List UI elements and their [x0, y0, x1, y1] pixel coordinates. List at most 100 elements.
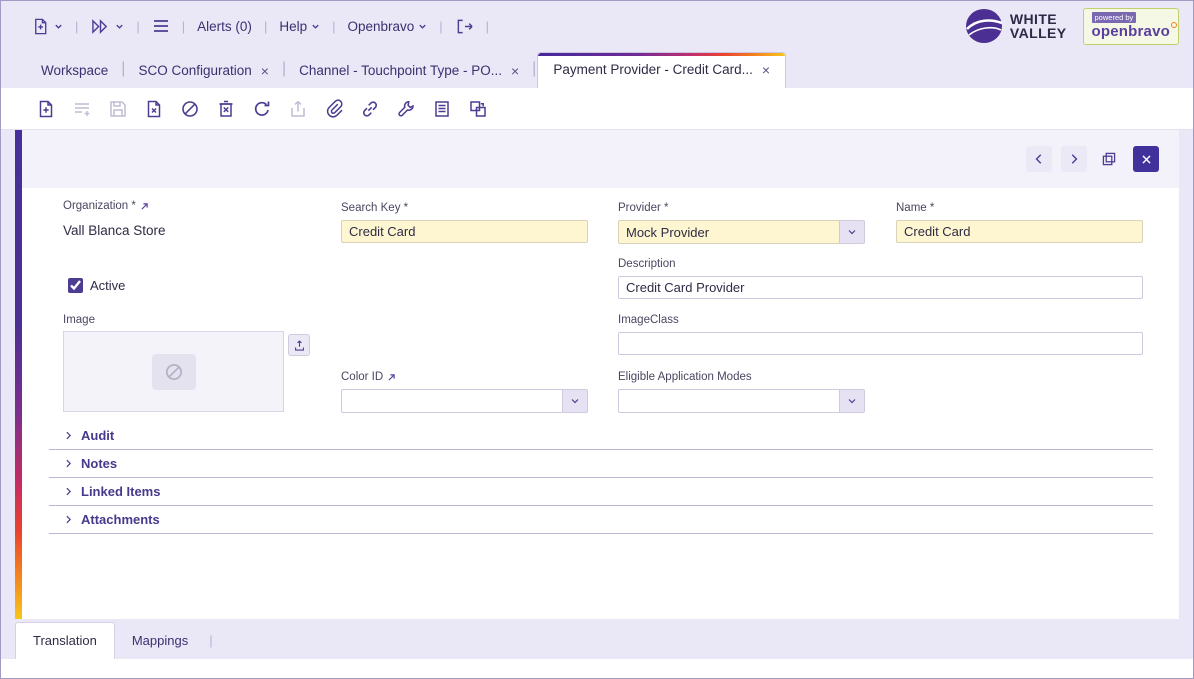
image-field[interactable]	[63, 331, 284, 412]
export-icon	[287, 98, 309, 120]
new-window-icon[interactable]	[467, 98, 489, 120]
logo-line2: VALLEY	[1010, 26, 1067, 40]
help-menu[interactable]: Help	[279, 19, 320, 34]
organization-label: Organization *	[63, 200, 136, 212]
header-separator: |	[72, 19, 81, 34]
tab-close-icon[interactable]: ×	[762, 63, 770, 77]
previous-record-button[interactable]	[1026, 146, 1052, 172]
form-sections: Audit Notes Linked Items	[49, 422, 1153, 534]
active-checkbox-row[interactable]: Active	[68, 278, 125, 293]
chevron-right-icon	[63, 486, 74, 497]
organization-value: Vall Blanca Store	[63, 223, 166, 238]
wrench-icon[interactable]	[395, 98, 417, 120]
chevron-down-icon[interactable]	[839, 220, 865, 244]
logout-button[interactable]	[455, 18, 474, 35]
eligible-modes-label: Eligible Application Modes	[618, 371, 752, 383]
next-record-button[interactable]	[1061, 146, 1087, 172]
eligible-modes-selected-value	[618, 389, 839, 413]
section-notes[interactable]: Notes	[49, 450, 1153, 478]
record-toolbar	[1, 88, 1193, 130]
imageclass-label: ImageClass	[618, 314, 679, 326]
section-attachments[interactable]: Attachments	[49, 506, 1153, 534]
openbravo-dot	[1171, 22, 1177, 28]
top-header: | | | Alerts (0) | Help	[1, 1, 1193, 51]
eligible-modes-select[interactable]	[618, 389, 865, 413]
search-key-label-row: Search Key *	[341, 202, 408, 214]
image-upload-button[interactable]	[288, 334, 310, 356]
chevron-down-icon	[115, 22, 124, 31]
imageclass-input[interactable]	[618, 332, 1143, 355]
name-input[interactable]	[896, 220, 1143, 243]
save-icon	[107, 98, 129, 120]
tab-payment-provider[interactable]: Payment Provider - Credit Card... ×	[537, 52, 786, 88]
menu-icon	[152, 18, 170, 34]
tab-close-icon[interactable]: ×	[511, 64, 519, 78]
chevron-right-icon	[63, 458, 74, 469]
provider-label: Provider *	[618, 202, 669, 214]
undo-icon[interactable]	[143, 98, 165, 120]
imageclass-label-row: ImageClass	[618, 314, 679, 326]
provider-selected-value: Mock Provider	[618, 220, 839, 244]
cancel-icon[interactable]	[179, 98, 201, 120]
openbravo-window: | | | Alerts (0) | Help	[0, 0, 1194, 679]
header-separator: |	[329, 19, 338, 34]
search-key-input[interactable]	[341, 220, 588, 243]
report-icon[interactable]	[431, 98, 453, 120]
tab-translation[interactable]: Translation	[15, 622, 115, 659]
tab-separator: |	[205, 633, 216, 659]
child-tab-bar: Translation Mappings |	[1, 619, 1193, 659]
header-separator: |	[261, 19, 270, 34]
active-checkbox[interactable]	[68, 278, 83, 293]
refresh-icon[interactable]	[251, 98, 273, 120]
logout-icon	[455, 18, 474, 35]
color-id-selected-value	[341, 389, 562, 413]
payment-provider-form: Organization * Vall Blanca Store Search …	[22, 130, 1179, 619]
name-label: Name *	[896, 202, 934, 214]
link-icon[interactable]	[359, 98, 381, 120]
tab-workspace[interactable]: Workspace	[29, 54, 120, 88]
menu-button[interactable]	[152, 18, 170, 34]
new-record-icon[interactable]	[35, 98, 57, 120]
eligible-modes-label-row: Eligible Application Modes	[618, 371, 752, 383]
tab-close-icon[interactable]: ×	[261, 64, 269, 78]
close-form-button[interactable]	[1133, 146, 1159, 172]
white-valley-logo: WHITE VALLEY	[965, 8, 1067, 44]
chevron-right-icon	[63, 514, 74, 525]
white-valley-logo-mark	[965, 8, 1003, 44]
bottom-strip	[1, 659, 1193, 678]
description-label-row: Description	[618, 258, 676, 270]
openbravo-brand-label: openbravo	[1092, 23, 1170, 40]
delete-icon[interactable]	[215, 98, 237, 120]
powered-by-label: powered by	[1092, 12, 1137, 23]
search-key-label: Search Key *	[341, 202, 408, 214]
color-id-select[interactable]	[341, 389, 588, 413]
run-processes-button[interactable]	[90, 18, 124, 35]
user-menu[interactable]: Openbravo	[347, 19, 427, 34]
tab-sco-configuration[interactable]: SCO Configuration ×	[126, 54, 281, 88]
link-arrow-icon[interactable]	[387, 373, 396, 382]
run-processes-icon	[90, 18, 111, 35]
color-id-label: Color ID	[341, 371, 383, 383]
image-label: Image	[63, 314, 95, 326]
new-document-button[interactable]	[31, 17, 63, 36]
provider-select[interactable]: Mock Provider	[618, 220, 865, 244]
left-gutter	[1, 130, 15, 619]
window-tab-bar: Workspace | SCO Configuration × | Channe…	[1, 51, 1193, 88]
chevron-down-icon[interactable]	[839, 389, 865, 413]
chevron-down-icon	[54, 22, 63, 31]
section-audit[interactable]: Audit	[49, 422, 1153, 450]
chevron-down-icon[interactable]	[562, 389, 588, 413]
tab-mappings[interactable]: Mappings	[115, 623, 205, 659]
description-label: Description	[618, 258, 676, 270]
record-navigation	[1026, 146, 1159, 172]
link-arrow-icon[interactable]	[140, 202, 149, 211]
description-input[interactable]	[618, 276, 1143, 299]
tab-channel-touchpoint-type[interactable]: Channel - Touchpoint Type - PO... ×	[287, 54, 531, 88]
organization-label-row: Organization *	[63, 200, 149, 212]
alerts-link[interactable]: Alerts (0)	[197, 19, 252, 34]
attachment-icon[interactable]	[323, 98, 345, 120]
header-separator: |	[483, 19, 492, 34]
maximize-button[interactable]	[1096, 146, 1122, 172]
section-linked-items[interactable]: Linked Items	[49, 478, 1153, 506]
image-label-row: Image	[63, 314, 95, 326]
